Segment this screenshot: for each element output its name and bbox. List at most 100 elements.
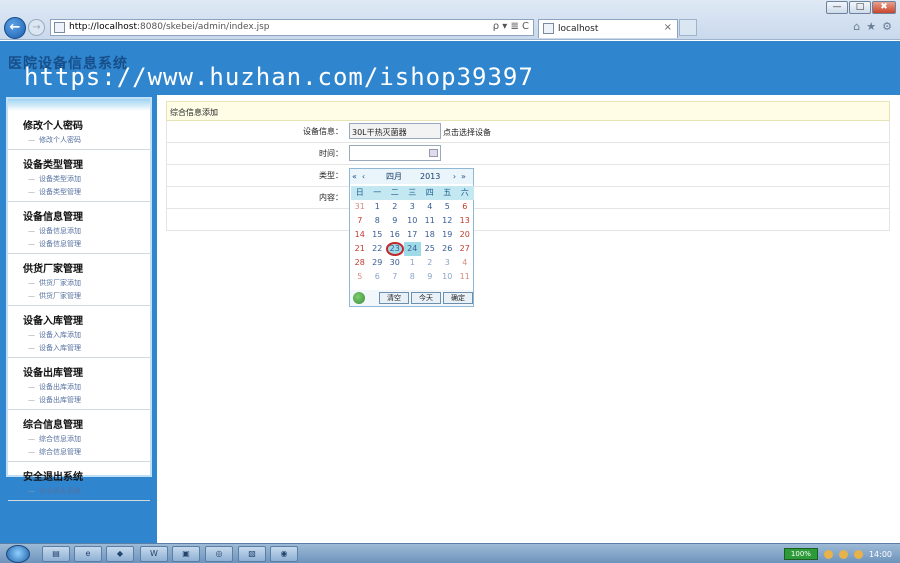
- calendar-day[interactable]: 24: [403, 242, 421, 256]
- calendar-day[interactable]: 4: [456, 256, 474, 270]
- sidebar-item[interactable]: — 设备出库添加: [8, 381, 150, 394]
- start-button[interactable]: [6, 545, 30, 563]
- calendar-day[interactable]: 9: [421, 270, 439, 284]
- calendar-day[interactable]: 7: [351, 214, 369, 228]
- taskbar-app-button[interactable]: ◎: [205, 546, 233, 562]
- taskbar-app-button[interactable]: ◆: [106, 546, 134, 562]
- time-input[interactable]: [349, 145, 441, 161]
- calendar-day[interactable]: 8: [369, 214, 387, 228]
- calendar-day[interactable]: 11: [421, 214, 439, 228]
- calendar-day[interactable]: 26: [439, 242, 457, 256]
- calendar-day[interactable]: 30: [386, 256, 404, 270]
- sidebar-item[interactable]: — 修改个人密码: [8, 134, 150, 147]
- browser-tab[interactable]: localhost ×: [538, 19, 678, 38]
- ok-button[interactable]: 确定: [443, 292, 473, 304]
- calendar-day[interactable]: 14: [351, 228, 369, 242]
- sidebar-item[interactable]: — 设备信息添加: [8, 225, 150, 238]
- device-input[interactable]: 30L干热灭菌器: [349, 123, 441, 139]
- sidebar-group-title[interactable]: 安全退出系统: [8, 462, 150, 485]
- taskbar-app-button[interactable]: ▣: [172, 546, 200, 562]
- calendar-day[interactable]: 9: [386, 214, 404, 228]
- calendar-day[interactable]: 8: [404, 270, 422, 284]
- calendar-day[interactable]: 22: [369, 242, 387, 256]
- sidebar-item[interactable]: — 安全退出系统: [8, 485, 150, 498]
- sidebar-item[interactable]: — 设备类型管理: [8, 186, 150, 199]
- sidebar-item[interactable]: — 综合信息添加: [8, 433, 150, 446]
- user-icon[interactable]: [823, 549, 833, 559]
- home-icon[interactable]: ⌂: [853, 20, 860, 33]
- prev-month-button[interactable]: ‹: [359, 172, 368, 181]
- sidebar-group-title[interactable]: 设备出库管理: [8, 358, 150, 381]
- settings-gear-icon[interactable]: ⚙: [882, 20, 892, 33]
- calendar-day[interactable]: 17: [404, 228, 422, 242]
- calendar-day[interactable]: 1: [404, 256, 422, 270]
- sidebar-group-title[interactable]: 设备信息管理: [8, 202, 150, 225]
- back-button[interactable]: ←: [4, 17, 26, 39]
- calendar-day[interactable]: 2: [421, 256, 439, 270]
- calendar-day[interactable]: 16: [386, 228, 404, 242]
- calendar-day[interactable]: 18: [421, 228, 439, 242]
- calendar-day[interactable]: 11: [456, 270, 474, 284]
- taskbar-app-button[interactable]: ▤: [42, 546, 70, 562]
- sidebar-group-title[interactable]: 修改个人密码: [8, 111, 150, 134]
- calendar-day[interactable]: 5: [351, 270, 369, 284]
- address-tools[interactable]: ρ ▾ ≣ C: [493, 21, 529, 32]
- calendar-day[interactable]: 10: [439, 270, 457, 284]
- taskbar-app-button[interactable]: W: [140, 546, 168, 562]
- sidebar-group-title[interactable]: 设备入库管理: [8, 306, 150, 329]
- calendar-day[interactable]: 12: [439, 214, 457, 228]
- next-month-button[interactable]: ›: [450, 172, 459, 181]
- calendar-day[interactable]: 25: [421, 242, 439, 256]
- calendar-day[interactable]: 2: [386, 200, 404, 214]
- calendar-day[interactable]: 19: [439, 228, 457, 242]
- calendar-month[interactable]: 四月: [386, 171, 416, 182]
- taskbar-app-button[interactable]: e: [74, 546, 102, 562]
- new-tab-button[interactable]: [679, 19, 697, 36]
- clock[interactable]: 14:00: [869, 550, 892, 559]
- calendar-day[interactable]: 15: [369, 228, 387, 242]
- calendar-day[interactable]: 27: [456, 242, 474, 256]
- calendar-day[interactable]: 20: [456, 228, 474, 242]
- user-icon[interactable]: [838, 549, 848, 559]
- calendar-day[interactable]: 10: [404, 214, 422, 228]
- calendar-day[interactable]: 5: [439, 200, 457, 214]
- user-icon[interactable]: [853, 549, 863, 559]
- calendar-day[interactable]: 31: [351, 200, 369, 214]
- taskbar-app-button[interactable]: ▧: [238, 546, 266, 562]
- sidebar-item[interactable]: — 综合信息管理: [8, 446, 150, 459]
- sidebar-item[interactable]: — 供货厂家管理: [8, 290, 150, 303]
- calendar-day[interactable]: 6: [369, 270, 387, 284]
- today-button[interactable]: 今天: [411, 292, 441, 304]
- calendar-day[interactable]: 4: [421, 200, 439, 214]
- select-device-link[interactable]: 点击选择设备: [443, 127, 491, 138]
- calendar-day[interactable]: 29: [369, 256, 387, 270]
- sidebar-group-title[interactable]: 供货厂家管理: [8, 254, 150, 277]
- clear-button[interactable]: 清空: [379, 292, 409, 304]
- calendar-day[interactable]: 3: [439, 256, 457, 270]
- sidebar-item[interactable]: — 设备入库添加: [8, 329, 150, 342]
- sidebar-item[interactable]: — 设备出库管理: [8, 394, 150, 407]
- sidebar-item[interactable]: — 设备信息管理: [8, 238, 150, 251]
- forward-button[interactable]: →: [28, 19, 45, 36]
- calendar-day[interactable]: 21: [351, 242, 369, 256]
- sidebar-item[interactable]: — 设备入库管理: [8, 342, 150, 355]
- sidebar-group-title[interactable]: 设备类型管理: [8, 150, 150, 173]
- next-year-button[interactable]: »: [459, 172, 468, 181]
- calendar-year[interactable]: 2013: [420, 172, 450, 181]
- tab-close-icon[interactable]: ×: [664, 22, 672, 33]
- address-bar[interactable]: http://localhost:8080/skebei/admin/index…: [50, 19, 534, 36]
- calendar-day[interactable]: 3: [404, 200, 422, 214]
- minimize-button[interactable]: —: [826, 1, 848, 14]
- calendar-day[interactable]: 6: [456, 200, 474, 214]
- taskbar-app-button[interactable]: ◉: [270, 546, 298, 562]
- sidebar-item[interactable]: — 供货厂家添加: [8, 277, 150, 290]
- close-window-button[interactable]: ✖: [872, 1, 896, 14]
- calendar-day[interactable]: 13: [456, 214, 474, 228]
- calendar-icon[interactable]: [429, 149, 438, 157]
- calendar-day[interactable]: 23: [386, 242, 404, 256]
- maximize-button[interactable]: □: [849, 1, 871, 14]
- calendar-day[interactable]: 1: [369, 200, 387, 214]
- calendar-day[interactable]: 28: [351, 256, 369, 270]
- favorites-icon[interactable]: ★: [866, 20, 876, 33]
- sidebar-item[interactable]: — 设备类型添加: [8, 173, 150, 186]
